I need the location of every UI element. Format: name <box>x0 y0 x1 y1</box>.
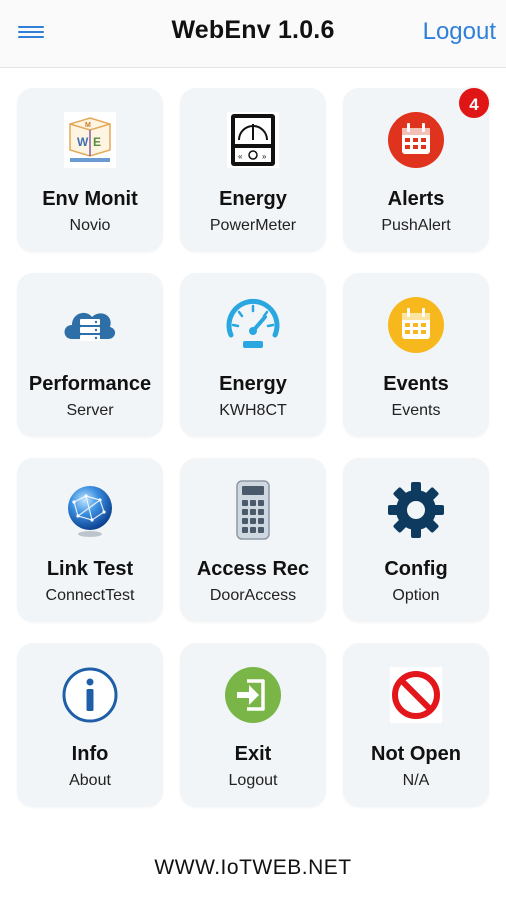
tile-performance[interactable]: Performance Server <box>17 273 163 437</box>
svg-text:W: W <box>77 135 89 149</box>
tile-env-monit[interactable]: W E M Env Monit Novio <box>17 88 163 252</box>
tile-exit[interactable]: Exit Logout <box>180 643 326 807</box>
tile-title: Config <box>384 558 448 580</box>
tile-subtitle: DoorAccess <box>209 587 297 604</box>
tile-title: Env Monit <box>42 188 138 210</box>
tile-title: Alerts <box>387 188 445 210</box>
svg-text:«: « <box>238 152 243 161</box>
tile-title: Events <box>383 373 449 395</box>
tile-subtitle: Logout <box>228 772 278 789</box>
tile-events[interactable]: Events Events <box>343 273 489 437</box>
tile-title: Energy <box>219 373 287 395</box>
tile-title: Not Open <box>371 743 461 765</box>
tile-subtitle: KWH8CT <box>219 402 287 419</box>
tile-access-rec[interactable]: Access Rec DoorAccess <box>180 458 326 622</box>
tile-subtitle: Events <box>391 402 441 419</box>
tile-subtitle: PowerMeter <box>209 217 297 234</box>
tile-title: Exit <box>234 743 272 765</box>
tile-subtitle: About <box>69 772 111 789</box>
logout-button[interactable]: Logout <box>423 18 496 46</box>
gear-icon <box>386 480 446 540</box>
tile-title: Access Rec <box>196 558 310 580</box>
tile-subtitle: Server <box>66 402 114 419</box>
tile-info[interactable]: Info About <box>17 643 163 807</box>
footer-website: WWW.IoTWEB.NET <box>154 856 352 879</box>
app-header: WebEnv 1.0.6 Logout <box>0 0 506 68</box>
env-monitor-icon: W E M <box>60 110 120 170</box>
prohibited-icon <box>386 665 446 725</box>
power-meter-icon: « » <box>223 110 283 170</box>
tile-title: Link Test <box>46 558 134 580</box>
alert-calendar-icon <box>386 110 446 170</box>
tile-subtitle: ConnectTest <box>45 587 135 604</box>
keypad-icon <box>223 480 283 540</box>
exit-icon <box>223 665 283 725</box>
tile-title: Info <box>71 743 109 765</box>
tile-subtitle: PushAlert <box>381 217 451 234</box>
speedometer-icon <box>223 295 283 355</box>
svg-text:»: » <box>262 152 267 161</box>
tile-alerts[interactable]: 4 Alerts PushAlert <box>343 86 491 252</box>
server-cloud-icon <box>60 295 120 355</box>
globe-icon <box>60 480 120 540</box>
tile-subtitle: Option <box>392 587 440 604</box>
event-calendar-icon <box>386 295 446 355</box>
tile-energy-powermeter[interactable]: « » Energy PowerMeter <box>180 88 326 252</box>
info-icon <box>60 665 120 725</box>
tile-subtitle: Novio <box>69 217 111 234</box>
tile-not-open[interactable]: Not Open N/A <box>343 643 489 807</box>
tile-title: Energy <box>219 188 287 210</box>
tile-title: Performance <box>28 373 152 395</box>
alert-count-badge: 4 <box>457 86 491 120</box>
tile-subtitle: N/A <box>402 772 430 789</box>
svg-text:M: M <box>85 122 91 129</box>
tile-energy-kwh8ct[interactable]: Energy KWH8CT <box>180 273 326 437</box>
tile-config[interactable]: Config Option <box>343 458 489 622</box>
svg-text:E: E <box>93 135 101 149</box>
tile-link-test[interactable]: Link Test ConnectTest <box>17 458 163 622</box>
app-tile-grid: W E M Env Monit Novio « » Energy PowerMe… <box>17 86 491 807</box>
